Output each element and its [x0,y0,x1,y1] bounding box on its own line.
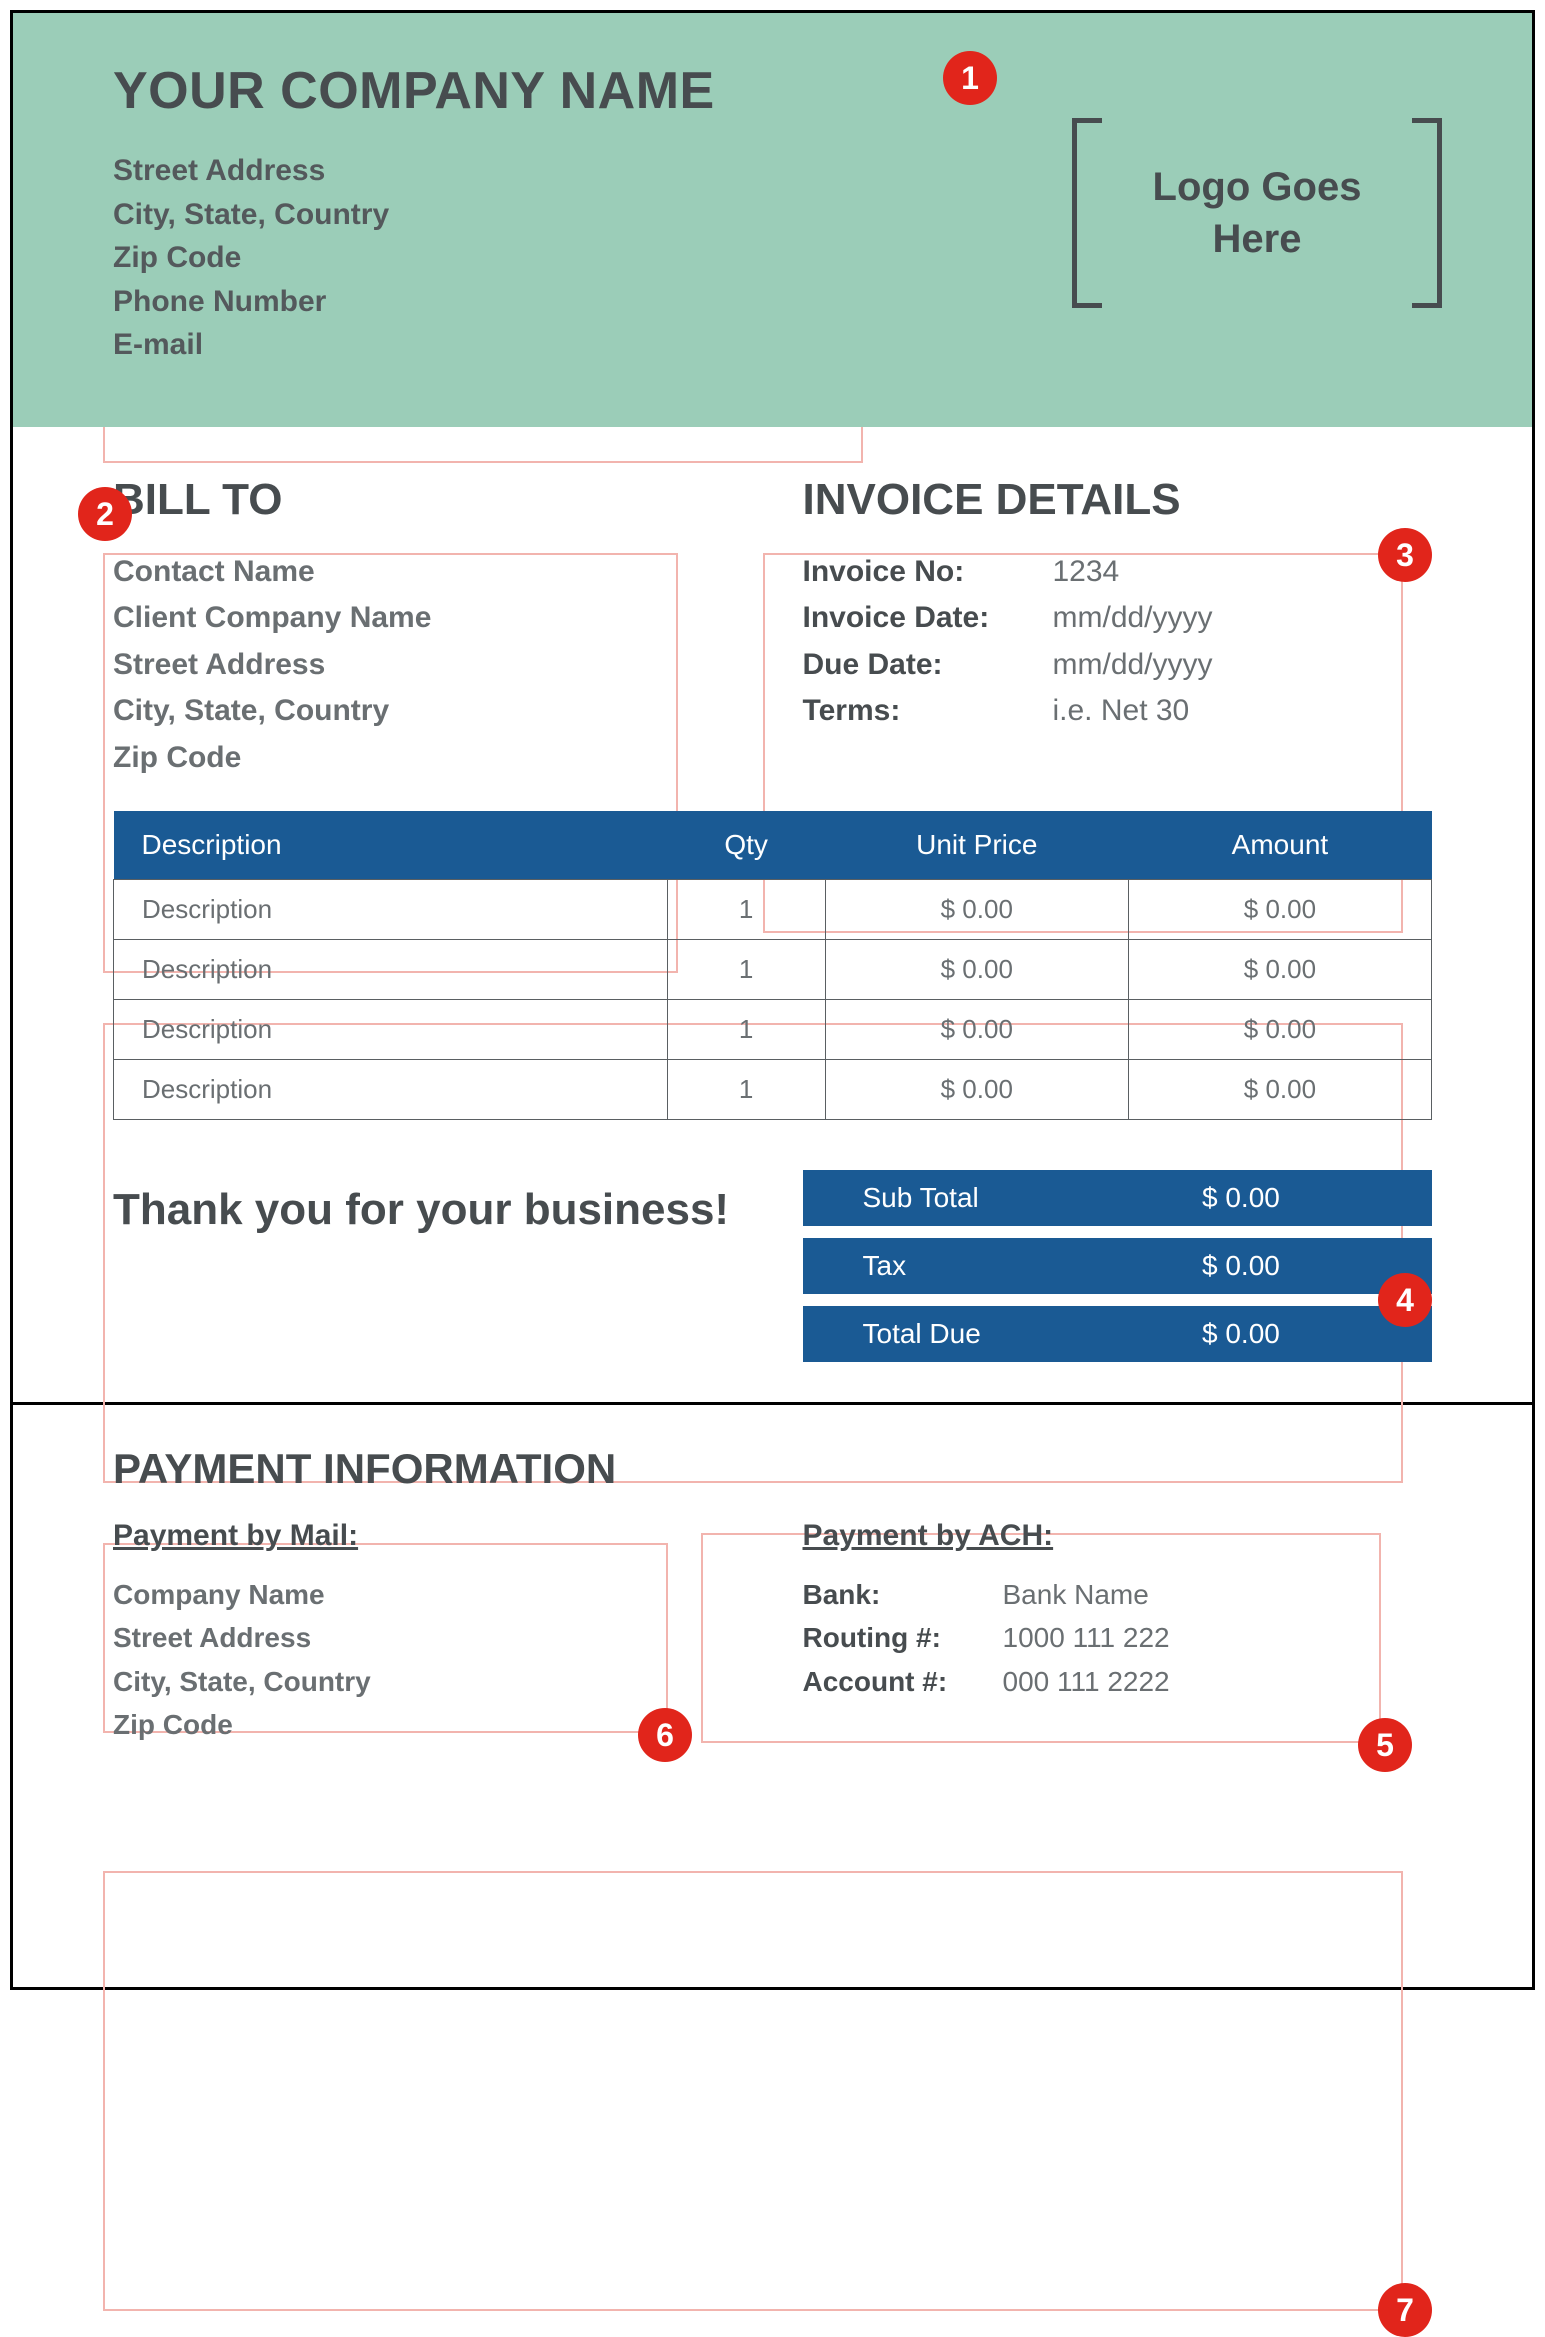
bill-city: City, State, Country [113,688,743,735]
info-section: BILL TO Contact Name Client Company Name… [13,427,1532,812]
ach-row: Routing #:1000 111 222 [803,1616,1433,1659]
thank-you-message: Thank you for your business! [113,1170,743,1362]
col-unit-price: Unit Price [825,811,1128,880]
annotation-dot-3: 3 [1378,528,1432,582]
line-items-section: Description Qty Unit Price Amount Descri… [13,811,1532,1120]
tax-row: Tax$ 0.00 [803,1238,1433,1294]
annotation-dot-5: 5 [1358,1718,1412,1772]
company-email: E-mail [113,323,1442,367]
annotation-box-7 [103,1871,1403,2311]
bracket-left-icon [1072,118,1102,308]
mail-line: City, State, Country [113,1660,743,1703]
detail-row: Terms:i.e. Net 30 [803,688,1433,735]
table-row: Description1$ 0.00$ 0.00 [114,1000,1432,1060]
mail-line: Company Name [113,1573,743,1616]
logo-text: Logo GoesHere [1153,161,1362,265]
table-row: Description1$ 0.00$ 0.00 [114,880,1432,940]
bill-zip: Zip Code [113,735,743,782]
company-name: YOUR COMPANY NAME [113,61,1442,121]
ach-row: Bank:Bank Name [803,1573,1433,1616]
bill-to-block: BILL TO Contact Name Client Company Name… [113,475,743,782]
bill-contact: Contact Name [113,549,743,596]
ach-row: Account #:000 111 2222 [803,1660,1433,1703]
bill-street: Street Address [113,642,743,689]
bill-client: Client Company Name [113,595,743,642]
annotation-dot-7: 7 [1378,2283,1432,2337]
annotation-dot-2: 2 [78,487,132,541]
table-row: Description1$ 0.00$ 0.00 [114,1060,1432,1120]
payment-title: PAYMENT INFORMATION [113,1445,1432,1493]
detail-row: Due Date:mm/dd/yyyy [803,642,1433,689]
logo-placeholder: Logo GoesHere [1072,118,1442,308]
payment-mail-title: Payment by Mail: [113,1519,743,1553]
bill-to-title: BILL TO [113,475,743,525]
subtotal-row: Sub Total$ 0.00 [803,1170,1433,1226]
annotation-dot-6: 6 [638,1708,692,1762]
payment-ach-title: Payment by ACH: [803,1519,1433,1553]
total-due-row: Total Due$ 0.00 [803,1306,1433,1362]
payment-section: PAYMENT INFORMATION Payment by Mail: Com… [13,1405,1532,1797]
table-row: Description1$ 0.00$ 0.00 [114,940,1432,1000]
annotation-dot-1: 1 [943,51,997,105]
totals-block: Sub Total$ 0.00 Tax$ 0.00 Total Due$ 0.0… [803,1170,1433,1362]
invoice-details-title: INVOICE DETAILS [803,475,1433,525]
line-items-table: Description Qty Unit Price Amount Descri… [113,811,1432,1120]
col-qty: Qty [667,811,825,880]
invoice-template: 1 2 3 4 5 6 7 YOUR COMPANY NAME Street A… [10,10,1535,1990]
col-description: Description [114,811,668,880]
bracket-right-icon [1412,118,1442,308]
mail-line: Street Address [113,1616,743,1659]
detail-row: Invoice Date:mm/dd/yyyy [803,595,1433,642]
invoice-details-block: INVOICE DETAILS Invoice No:1234 Invoice … [803,475,1433,782]
annotation-dot-4: 4 [1378,1273,1432,1327]
detail-row: Invoice No:1234 [803,549,1433,596]
col-amount: Amount [1128,811,1431,880]
header-section: YOUR COMPANY NAME Street Address City, S… [13,13,1532,427]
summary-section: Thank you for your business! Sub Total$ … [13,1120,1532,1402]
payment-ach-block: Payment by ACH: Bank:Bank Name Routing #… [803,1519,1433,1747]
